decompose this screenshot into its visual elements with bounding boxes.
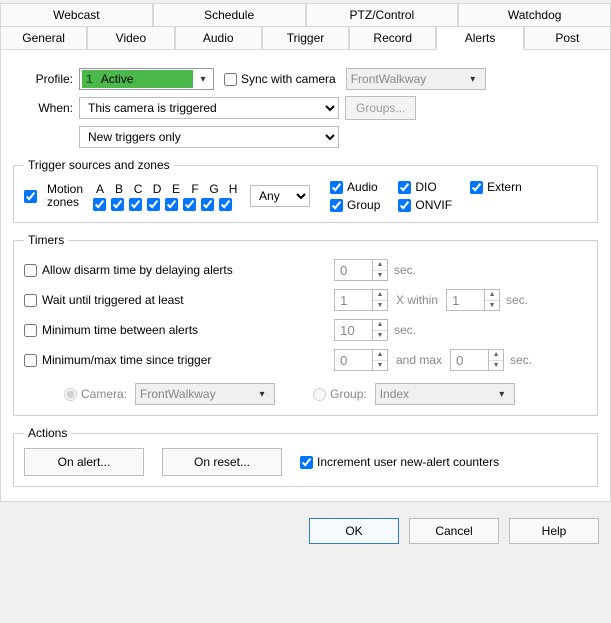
camera-select[interactable]: FrontWalkway ▾ <box>135 383 275 405</box>
tab-schedule[interactable]: Schedule <box>153 3 306 26</box>
tab-webcast[interactable]: Webcast <box>0 3 153 26</box>
chevron-down-icon: ▾ <box>195 74 211 85</box>
tabs-row-top: Webcast Schedule PTZ/Control Watchdog <box>0 3 611 26</box>
chevron-down-icon: ▾ <box>494 389 510 400</box>
groups-button[interactable]: Groups... <box>345 96 416 120</box>
when-label: When: <box>13 101 73 115</box>
tab-audio[interactable]: Audio <box>175 26 262 50</box>
trigger-sources-fieldset: Trigger sources and zones Motion zones A… <box>13 158 598 223</box>
tab-video[interactable]: Video <box>87 26 174 50</box>
timer-minbetween[interactable]: Minimum time between alerts <box>24 323 334 337</box>
zone-g-checkbox[interactable] <box>201 198 214 211</box>
profile-number: 1 <box>86 72 93 86</box>
unit-label: sec. <box>510 353 532 367</box>
src-audio[interactable]: Audio <box>330 180 380 194</box>
profile-select[interactable]: 1 Active ▾ <box>79 68 214 90</box>
spin-up-icon[interactable]: ▲ <box>373 260 387 271</box>
profile-name: Active <box>101 72 134 86</box>
timer-disarm[interactable]: Allow disarm time by delaying alerts <box>24 263 334 277</box>
profile-label: Profile: <box>13 72 73 86</box>
zone-match-select[interactable]: Any <box>250 185 310 207</box>
src-dio[interactable]: DIO <box>398 180 452 194</box>
timer-minmax[interactable]: Minimum/max time since trigger <box>24 353 334 367</box>
timer-minmax-spinner1[interactable]: ▲▼ <box>334 349 388 371</box>
tab-alerts[interactable]: Alerts <box>436 26 523 50</box>
actions-fieldset: Actions On alert... On reset... Incremen… <box>13 426 598 487</box>
timer-wait-spinner2[interactable]: ▲▼ <box>446 289 500 311</box>
sync-camera-select[interactable]: FrontWalkway ▾ <box>346 68 486 90</box>
tab-general[interactable]: General <box>0 26 87 50</box>
tab-ptzcontrol[interactable]: PTZ/Control <box>306 3 459 26</box>
on-reset-button[interactable]: On reset... <box>162 448 282 476</box>
chevron-down-icon: ▾ <box>254 389 270 400</box>
timer-disarm-spinner[interactable]: ▲▼ <box>334 259 388 281</box>
zone-a-checkbox[interactable] <box>93 198 106 211</box>
spin-down-icon[interactable]: ▼ <box>373 271 387 281</box>
group-select[interactable]: Index ▾ <box>375 383 515 405</box>
unit-label: sec. <box>394 323 416 337</box>
on-alert-button[interactable]: On alert... <box>24 448 144 476</box>
motion-zones-label: Motion zones <box>47 183 83 209</box>
and-max-label: and max <box>396 353 442 367</box>
zone-letters: A B C D E F G H <box>93 182 240 196</box>
x-within-label: X within <box>396 293 438 307</box>
tab-watchdog[interactable]: Watchdog <box>458 3 611 26</box>
increment-counters-checkbox[interactable]: Increment user new-alert counters <box>300 455 499 469</box>
zone-e-checkbox[interactable] <box>165 198 178 211</box>
tabs-row-bottom: General Video Audio Trigger Record Alert… <box>0 26 611 50</box>
zone-d-checkbox[interactable] <box>147 198 160 211</box>
timers-legend: Timers <box>24 233 68 247</box>
timer-wait[interactable]: Wait until triggered at least <box>24 293 334 307</box>
zone-f-checkbox[interactable] <box>183 198 196 211</box>
tab-post[interactable]: Post <box>524 26 611 50</box>
src-extern[interactable]: Extern <box>470 180 522 194</box>
ok-button[interactable]: OK <box>309 518 399 544</box>
help-button[interactable]: Help <box>509 518 599 544</box>
timer-wait-spinner1[interactable]: ▲▼ <box>334 289 388 311</box>
sync-with-camera-checkbox[interactable]: Sync with camera <box>224 72 336 86</box>
src-onvif[interactable]: ONVIF <box>398 198 452 212</box>
new-triggers-select[interactable]: New triggers only <box>79 126 339 148</box>
sync-with-camera-input[interactable] <box>224 73 237 86</box>
actions-legend: Actions <box>24 426 71 440</box>
sync-with-camera-label: Sync with camera <box>241 72 336 86</box>
motion-zones-checkbox[interactable] <box>24 190 37 203</box>
dialog-footer: OK Cancel Help <box>0 502 611 558</box>
zone-h-checkbox[interactable] <box>219 198 232 211</box>
when-select[interactable]: This camera is triggered <box>79 97 339 119</box>
camera-radio[interactable]: Camera: <box>64 387 127 401</box>
cancel-button[interactable]: Cancel <box>409 518 499 544</box>
sync-camera-value: FrontWalkway <box>351 72 427 86</box>
trigger-sources-legend: Trigger sources and zones <box>24 158 174 172</box>
src-group[interactable]: Group <box>330 198 380 212</box>
timers-fieldset: Timers Allow disarm time by delaying ale… <box>13 233 598 416</box>
zone-c-checkbox[interactable] <box>129 198 142 211</box>
timer-minmax-spinner2[interactable]: ▲▼ <box>450 349 504 371</box>
tab-record[interactable]: Record <box>349 26 436 50</box>
alerts-panel: Profile: 1 Active ▾ Sync with camera Fro… <box>0 49 611 502</box>
chevron-down-icon: ▾ <box>465 74 481 85</box>
group-radio[interactable]: Group: <box>313 387 367 401</box>
timer-minbetween-spinner[interactable]: ▲▼ <box>334 319 388 341</box>
unit-label: sec. <box>506 293 528 307</box>
tab-trigger[interactable]: Trigger <box>262 26 349 50</box>
unit-label: sec. <box>394 263 416 277</box>
zone-b-checkbox[interactable] <box>111 198 124 211</box>
